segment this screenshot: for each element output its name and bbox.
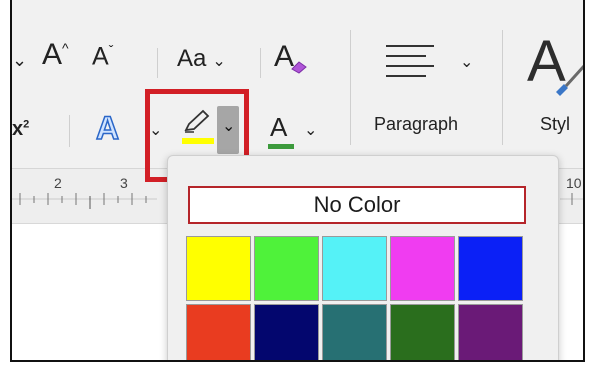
caret-down-icon: ˇ [108, 42, 114, 58]
font-color-button[interactable]: A [270, 112, 287, 143]
swatch-violet[interactable] [458, 304, 523, 360]
highlight-color-menu: No Color [167, 155, 559, 360]
grow-font-label: A [42, 38, 63, 71]
superscript-exponent: 2 [23, 118, 30, 131]
superscript-button[interactable]: x2 [12, 118, 29, 141]
font-size-dropdown-chevron-icon[interactable]: ⌄ [12, 50, 27, 71]
paintbrush-icon [556, 64, 583, 96]
text-effects-button[interactable]: A [95, 109, 120, 147]
text-effects-label: A [95, 109, 120, 147]
swatch-yellow[interactable] [186, 236, 251, 301]
ruler-mark: 2 [54, 175, 62, 191]
swatch-green[interactable] [390, 304, 455, 360]
swatch-blue[interactable] [458, 236, 523, 301]
caret-up-icon: ^ [62, 40, 69, 56]
swatch-pink[interactable] [390, 236, 455, 301]
change-case-label: Aa [177, 45, 207, 72]
ruler-mark: 3 [120, 175, 128, 191]
grow-font-button[interactable]: A^ [42, 38, 69, 72]
font-color-chevron-icon[interactable]: ⌄ [304, 120, 317, 140]
color-swatch-grid [186, 236, 523, 360]
divider [502, 30, 503, 145]
chevron-down-icon: ⌄ [212, 53, 226, 70]
word-window: ⌄ A^ Aˇ Aa ⌄ A ⌄ Paragraph A Styl x2 A ⌄… [10, 0, 585, 362]
styles-group-label[interactable]: Styl [540, 114, 570, 135]
ribbon: ⌄ A^ Aˇ Aa ⌄ A ⌄ Paragraph A Styl x2 A ⌄… [12, 0, 583, 168]
shrink-font-button[interactable]: Aˇ [92, 42, 113, 71]
swatch-bright-green[interactable] [254, 236, 319, 301]
divider [69, 115, 70, 147]
ruler-mark: 10 [566, 175, 582, 191]
divider [157, 48, 158, 78]
divider [10, 44, 11, 82]
shrink-font-label: A [92, 42, 109, 71]
paragraph-group-label[interactable]: Paragraph [374, 114, 458, 135]
eraser-icon [291, 61, 307, 74]
swatch-teal[interactable] [322, 304, 387, 360]
no-color-button[interactable]: No Color [188, 186, 526, 224]
font-color-label: A [270, 112, 288, 142]
paragraph-chevron-icon[interactable]: ⌄ [460, 52, 473, 72]
divider [350, 30, 351, 145]
swatch-red[interactable] [186, 304, 251, 360]
font-color-bar [268, 144, 294, 149]
superscript-base: x [12, 118, 24, 140]
align-left-icon[interactable] [386, 42, 440, 82]
swatch-dark-blue[interactable] [254, 304, 319, 360]
swatch-turquoise[interactable] [322, 236, 387, 301]
divider [260, 48, 261, 78]
change-case-button[interactable]: Aa ⌄ [177, 45, 226, 73]
